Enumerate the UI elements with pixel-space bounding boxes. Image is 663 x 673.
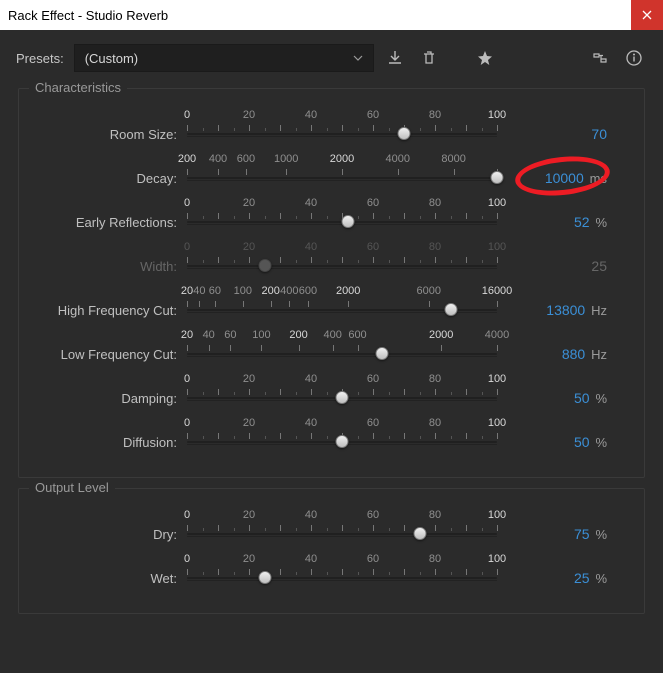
out-slider-0[interactable]: 020406080100	[187, 509, 497, 549]
char-thumb-5[interactable]	[376, 347, 389, 360]
routing-button[interactable]	[587, 45, 613, 71]
char-value-5[interactable]: 880 Hz	[497, 336, 607, 362]
out-thumb-1[interactable]	[258, 571, 271, 584]
char-thumb-3	[258, 259, 271, 272]
char-value-6[interactable]: 50 %	[497, 380, 607, 406]
out-slider-1[interactable]: 020406080100	[187, 553, 497, 593]
char-row-0: Room Size:02040608010070	[37, 107, 626, 151]
output-title: Output Level	[29, 480, 115, 495]
char-slider-7[interactable]: 020406080100	[187, 417, 497, 457]
out-value-0[interactable]: 75 %	[497, 516, 607, 542]
char-label-7: Diffusion:	[37, 425, 187, 450]
char-label-4: High Frequency Cut:	[37, 293, 187, 318]
char-label-2: Early Reflections:	[37, 205, 187, 230]
out-row-1: Wet:02040608010025 %	[37, 551, 626, 595]
presets-label: Presets:	[16, 51, 64, 66]
char-label-1: Decay:	[37, 161, 187, 186]
save-preset-button[interactable]	[382, 45, 408, 71]
char-thumb-4[interactable]	[444, 303, 457, 316]
toolbar: Presets: (Custom)	[0, 30, 663, 82]
preset-value: (Custom)	[85, 51, 138, 66]
chevron-down-icon	[353, 51, 363, 66]
char-value-0[interactable]: 70	[497, 116, 607, 142]
preset-select[interactable]: (Custom)	[74, 44, 374, 72]
out-label-1: Wet:	[37, 561, 187, 586]
char-value-1[interactable]: 10000 ms	[497, 160, 607, 186]
out-thumb-0[interactable]	[413, 527, 426, 540]
char-label-0: Room Size:	[37, 117, 187, 142]
char-thumb-1[interactable]	[491, 171, 504, 184]
char-row-7: Diffusion:02040608010050 %	[37, 415, 626, 459]
char-slider-3: 020406080100	[187, 241, 497, 281]
output-panel: Output Level Dry:02040608010075 %Wet:020…	[18, 488, 645, 614]
char-row-3: Width:02040608010025	[37, 239, 626, 283]
char-label-5: Low Frequency Cut:	[37, 337, 187, 362]
close-icon	[642, 10, 652, 20]
delete-preset-button[interactable]	[416, 45, 442, 71]
char-value-3: 25	[497, 248, 607, 274]
favorite-button[interactable]	[472, 45, 498, 71]
char-slider-0[interactable]: 020406080100	[187, 109, 497, 149]
char-thumb-2[interactable]	[342, 215, 355, 228]
char-slider-6[interactable]: 020406080100	[187, 373, 497, 413]
char-row-6: Damping:02040608010050 %	[37, 371, 626, 415]
char-value-2[interactable]: 52 %	[497, 204, 607, 230]
titlebar: Rack Effect - Studio Reverb	[0, 0, 663, 30]
characteristics-panel: Characteristics Room Size:02040608010070…	[18, 88, 645, 478]
char-value-4[interactable]: 13800 Hz	[497, 292, 607, 318]
char-row-4: High Frequency Cut:204060100200400600200…	[37, 283, 626, 327]
out-row-0: Dry:02040608010075 %	[37, 507, 626, 551]
char-slider-2[interactable]: 020406080100	[187, 197, 497, 237]
char-slider-4[interactable]: 2040601002004006002000600016000	[187, 285, 497, 325]
char-label-3: Width:	[37, 249, 187, 274]
char-row-2: Early Reflections:02040608010052 %	[37, 195, 626, 239]
char-row-1: Decay:200400600100020004000800010000 ms	[37, 151, 626, 195]
char-slider-1[interactable]: 2004006001000200040008000	[187, 153, 497, 193]
char-thumb-0[interactable]	[398, 127, 411, 140]
char-label-6: Damping:	[37, 381, 187, 406]
window-title: Rack Effect - Studio Reverb	[8, 8, 168, 23]
char-slider-5[interactable]: 20406010020040060020004000	[187, 329, 497, 369]
out-value-1[interactable]: 25 %	[497, 560, 607, 586]
info-button[interactable]	[621, 45, 647, 71]
characteristics-title: Characteristics	[29, 80, 127, 95]
char-thumb-6[interactable]	[336, 391, 349, 404]
char-row-5: Low Frequency Cut:2040601002004006002000…	[37, 327, 626, 371]
close-button[interactable]	[631, 0, 663, 30]
char-thumb-7[interactable]	[336, 435, 349, 448]
out-label-0: Dry:	[37, 517, 187, 542]
char-value-7[interactable]: 50 %	[497, 424, 607, 450]
